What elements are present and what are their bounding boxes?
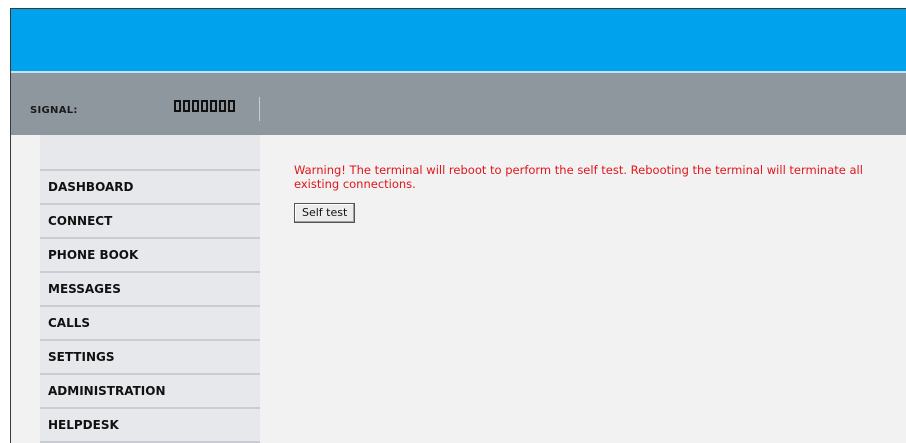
sidebar-item-dashboard[interactable]: DASHBOARD <box>40 171 260 205</box>
reboot-warning-text: Warning! The terminal will reboot to per… <box>294 163 863 191</box>
self-test-button[interactable]: Self test <box>294 203 356 223</box>
sidebar-item-settings[interactable]: SETTINGS <box>40 341 260 375</box>
signal-segment <box>174 100 181 112</box>
sidebar-nav: DASHBOARD CONNECT PHONE BOOK MESSAGES CA… <box>40 135 260 443</box>
header-banner <box>11 9 906 71</box>
app-window: DASHBOARD CONNECT PHONE BOOK MESSAGES CA… <box>10 8 906 443</box>
sidebar-item-calls[interactable]: CALLS <box>40 307 260 341</box>
signal-segment <box>192 100 199 112</box>
sidebar-item-messages[interactable]: MESSAGES <box>40 273 260 307</box>
signal-label: SIGNAL: <box>30 105 78 116</box>
signal-segment <box>210 100 217 112</box>
main-content: Warning! The terminal will reboot to per… <box>294 163 894 223</box>
signal-strength-meter <box>174 100 235 112</box>
sidebar-item-administration[interactable]: ADMINISTRATION <box>40 375 260 409</box>
signal-bar <box>11 73 906 135</box>
sidebar-item-helpdesk[interactable]: HELPDESK <box>40 409 260 443</box>
signal-segment <box>228 100 235 112</box>
signal-segment <box>201 100 208 112</box>
sidebar-item-phone-book[interactable]: PHONE BOOK <box>40 239 260 273</box>
sidebar-top-spacer <box>40 135 260 171</box>
signal-divider <box>259 97 260 121</box>
signal-segment <box>183 100 190 112</box>
sidebar-item-connect[interactable]: CONNECT <box>40 205 260 239</box>
signal-segment <box>219 100 226 112</box>
